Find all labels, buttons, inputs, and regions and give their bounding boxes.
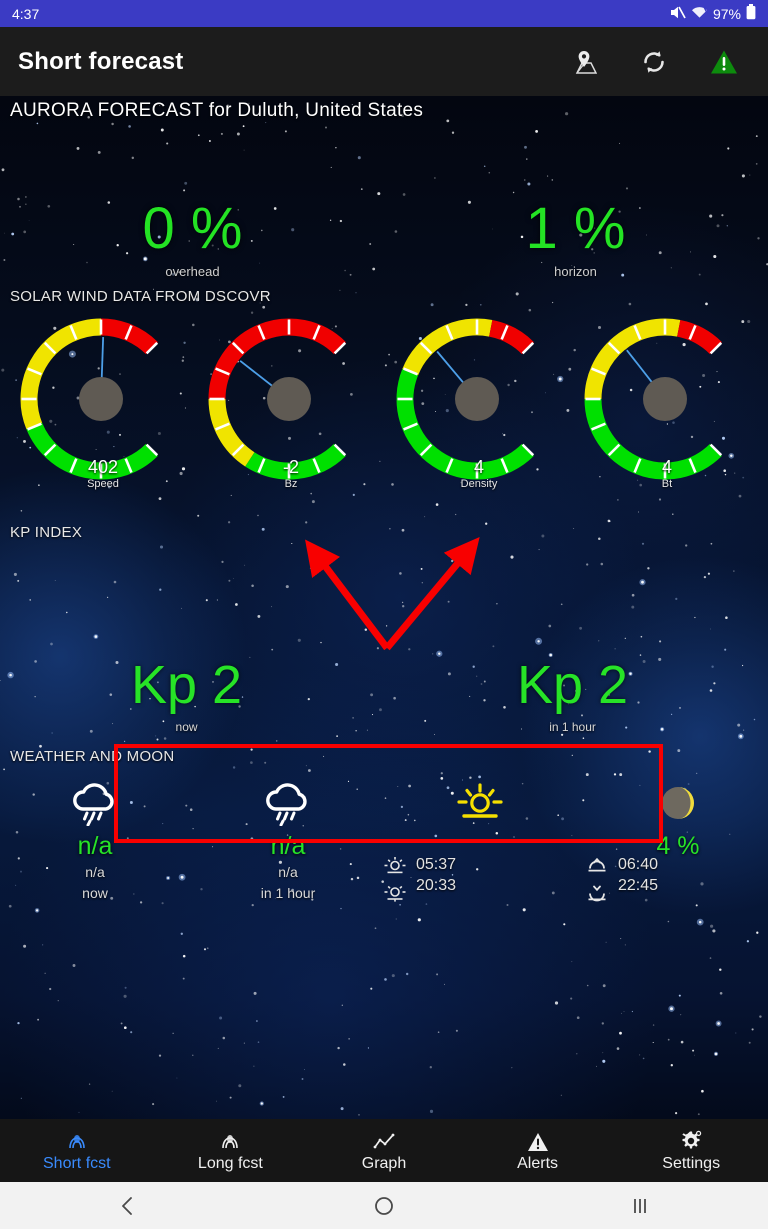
gauge-density: 4 Density <box>384 302 574 490</box>
recents-icon[interactable] <box>512 1195 768 1217</box>
nav-item-settings[interactable]: Settings <box>614 1119 768 1182</box>
moonrise-time: 06:40 <box>618 856 659 873</box>
kp-in-one-hour-caption: in 1 hour <box>549 720 596 734</box>
rain-cloud-icon <box>228 780 348 828</box>
weather-hour-value: n/a <box>270 832 306 860</box>
kp-now-caption: now <box>175 720 198 734</box>
alert-warning-icon[interactable] <box>710 48 738 76</box>
moon-block: 4 % <box>618 780 738 861</box>
refresh-icon[interactable] <box>640 48 668 76</box>
gauge-hub <box>79 377 123 421</box>
kp-now-value: Kp 2 <box>131 655 243 715</box>
app-bar-actions <box>570 48 750 76</box>
gauge-label: Bz <box>284 478 298 490</box>
status-bar-battery-percent: 97% <box>712 5 741 22</box>
app-bar: Short forecast <box>0 27 768 96</box>
sun-icon <box>420 780 540 828</box>
moonrise-icon <box>586 856 608 879</box>
battery-icon <box>746 4 756 23</box>
chart-line-icon <box>372 1129 396 1153</box>
sunrise-icon <box>384 856 406 879</box>
nav-item-label: Graph <box>361 1154 407 1172</box>
horizon-probability: 1 % horizon <box>478 196 673 280</box>
nav-item-short-fcst[interactable]: Short fcst <box>0 1119 154 1182</box>
moon-times: 06:40 22:45 <box>586 856 658 907</box>
kp-index-section-label: KP INDEX <box>10 524 83 541</box>
gauge-hub <box>267 377 311 421</box>
kp-now: Kp 2 now <box>131 658 242 734</box>
weather-now-sub: n/a <box>85 864 105 880</box>
sun-block <box>420 780 540 828</box>
page-title: Short forecast <box>18 47 184 75</box>
gear-icon <box>679 1129 703 1153</box>
gauge-label: Bt <box>661 478 673 490</box>
sunset-time: 20:33 <box>416 877 457 894</box>
sunset-icon <box>384 884 406 907</box>
nav-item-label: Settings <box>662 1154 721 1172</box>
kp-in-one-hour-value: Kp 2 <box>517 655 629 715</box>
weather-now: n/a n/a now <box>35 780 155 901</box>
gauge-value: 4 <box>661 457 672 477</box>
overhead-probability-value: 0 % <box>142 196 243 261</box>
bottom-navigation: Short fcst Long fcst Graph Alerts Settings <box>0 1119 768 1182</box>
nav-item-label: Long fcst <box>197 1154 263 1172</box>
gauge-label: Density <box>460 478 498 490</box>
gauge-value: 402 <box>87 457 119 477</box>
horizon-probability-value: 1 % <box>525 196 626 261</box>
gauge-hub <box>643 377 687 421</box>
moonset-time: 22:45 <box>618 877 659 894</box>
moon-crescent-icon <box>618 780 738 828</box>
aurora-icon <box>219 1129 241 1153</box>
sunrise-time: 05:37 <box>416 856 457 873</box>
overhead-probability: 0 % overhead <box>95 196 290 280</box>
map-location-icon[interactable] <box>570 48 598 76</box>
nav-item-long-fcst[interactable]: Long fcst <box>154 1119 308 1182</box>
rain-cloud-icon <box>35 780 155 828</box>
sun-times: 05:37 20:33 <box>384 856 456 907</box>
mute-icon <box>669 5 686 23</box>
forecast-content: AURORA FORECAST for Duluth, United State… <box>0 96 768 1119</box>
weather-hour-sub: n/a <box>278 864 298 880</box>
back-icon[interactable] <box>0 1195 256 1217</box>
system-navigation-bar <box>0 1182 768 1229</box>
nav-item-alerts[interactable]: Alerts <box>461 1119 615 1182</box>
status-bar-time: 4:37 <box>12 5 40 22</box>
overhead-probability-caption: overhead <box>165 264 220 279</box>
kp-in-one-hour: Kp 2 in 1 hour <box>517 658 628 734</box>
nav-item-label: Alerts <box>517 1154 559 1172</box>
weather-now-value: n/a <box>77 832 113 860</box>
aurora-icon <box>66 1129 88 1153</box>
gauge-speed: 402 Speed <box>8 302 198 490</box>
gauge-bt: 4 Bt <box>572 302 762 490</box>
wifi-icon <box>691 5 709 22</box>
home-icon[interactable] <box>256 1195 512 1217</box>
gauge-value: -2 <box>282 457 299 477</box>
gauge-label: Speed <box>87 478 119 490</box>
forecast-headline: AURORA FORECAST for Duluth, United State… <box>10 100 424 121</box>
weather-moon-section-label: WEATHER AND MOON <box>10 748 175 765</box>
warning-triangle-icon <box>527 1129 549 1153</box>
weather-in-one-hour: n/a n/a in 1 hour <box>228 780 348 901</box>
weather-now-when: now <box>82 885 108 901</box>
status-bar: 4:37 97% <box>0 0 768 27</box>
gauge-hub <box>455 377 499 421</box>
moonset-icon <box>586 884 608 907</box>
nav-item-graph[interactable]: Graph <box>307 1119 461 1182</box>
gauge-value: 4 <box>473 457 484 477</box>
nav-item-label: Short fcst <box>43 1154 111 1172</box>
weather-hour-when: in 1 hour <box>260 885 316 901</box>
horizon-probability-caption: horizon <box>554 264 597 279</box>
gauge-bz: -2 Bz <box>196 302 386 490</box>
